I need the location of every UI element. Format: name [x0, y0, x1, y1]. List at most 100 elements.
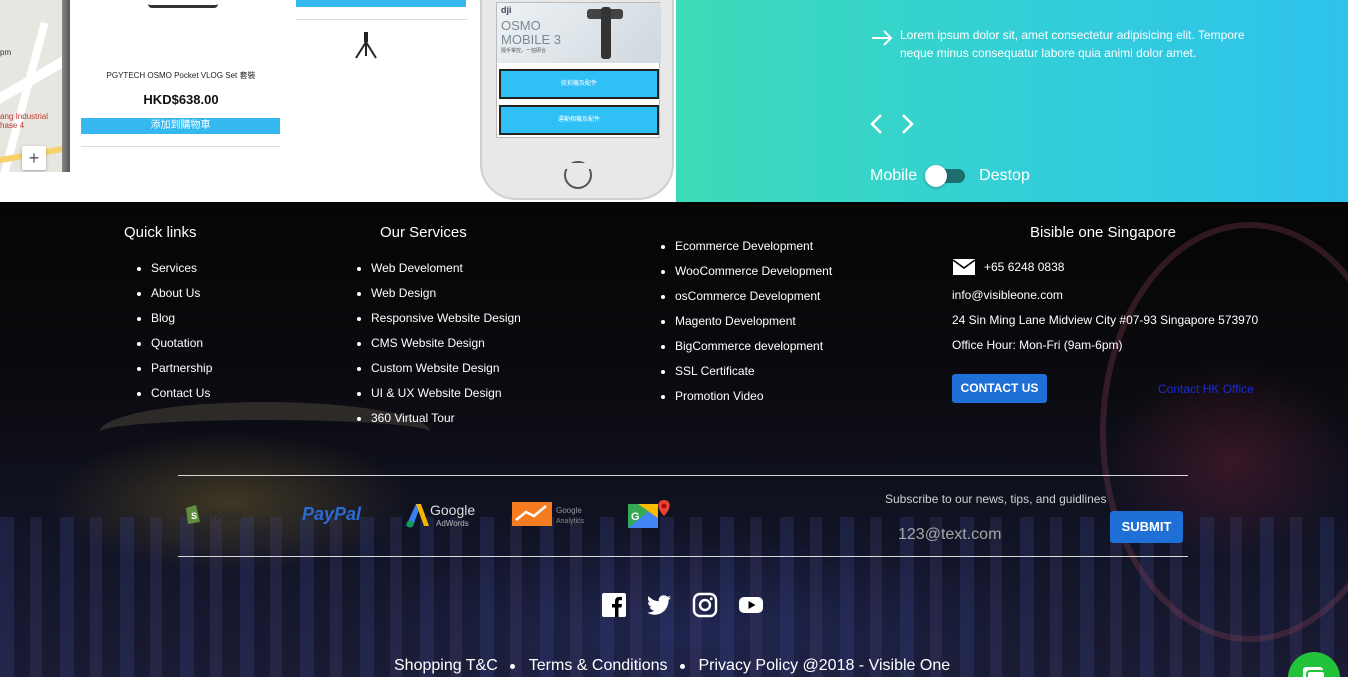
hero-title: OSMO MOBILE 3: [501, 19, 561, 47]
quick-link[interactable]: Partnership: [137, 356, 291, 381]
singapore-title: Bisible one Singapore: [1030, 224, 1176, 241]
showcase-description: Lorem ipsum dolor sit, amet consectetur …: [900, 28, 1245, 60]
toggle-label-desktop: Destop: [979, 167, 1030, 184]
add-to-cart-button[interactable]: [296, 0, 466, 7]
product-image: [148, 0, 218, 8]
map-zoom-in-button[interactable]: +: [22, 146, 46, 170]
service-link[interactable]: Promotion Video: [661, 384, 905, 409]
chevron-right-icon[interactable]: [896, 112, 918, 136]
svg-text:S: S: [191, 511, 197, 521]
svg-text:G: G: [631, 511, 640, 523]
service-link[interactable]: Magento Development: [661, 309, 905, 334]
showcase-section: pm ang Industrial hase 4 + PGYTECH OSMO …: [0, 0, 1348, 202]
phone-screen: dji OSMO MOBILE 3 隨手掌控，一拍即合 航拍機及配件 運動相機及…: [496, 2, 661, 138]
services-list-2: Ecommerce Development WooCommerce Develo…: [661, 234, 905, 409]
adwords-text: AdWords: [436, 519, 469, 528]
subscribe-label: Subscribe to our news, tips, and guidlin…: [885, 492, 1107, 506]
quick-link[interactable]: Services: [137, 256, 291, 281]
quick-link[interactable]: Blog: [137, 306, 291, 331]
phone-row: +65 6248 0838: [952, 258, 1064, 276]
showcase-info-panel: Lorem ipsum dolor sit, amet consectetur …: [676, 0, 1348, 202]
phone-home-gap: [556, 163, 600, 169]
toggle-knob[interactable]: [925, 165, 948, 187]
google-maps-logo: G: [628, 500, 670, 528]
tripod-icon: [355, 32, 377, 59]
facebook-icon[interactable]: [601, 592, 627, 618]
product-price: HKD$638.00: [143, 92, 219, 107]
bottom-links: Shopping T&C Terms & Conditions Privacy …: [394, 657, 950, 675]
product-card: [296, 0, 468, 70]
divider: [296, 19, 468, 20]
separator-dot: [509, 663, 515, 669]
email-address[interactable]: info@visibleone.com: [952, 288, 1063, 302]
google-analytics-logo: Google Analytics: [512, 502, 585, 526]
hero-subtitle: 隨手掌控，一拍即合: [501, 48, 547, 54]
google-adwords-logo: Google AdWords: [406, 502, 475, 528]
contact-hk-office-link[interactable]: Contact HK Office: [1158, 382, 1254, 396]
submit-button[interactable]: SUBMIT: [1110, 511, 1183, 543]
quick-links-list: Services About Us Blog Quotation Partner…: [137, 256, 291, 406]
service-link[interactable]: CMS Website Design: [357, 331, 601, 356]
map-edge: [62, 0, 70, 172]
privacy-policy-link[interactable]: Privacy Policy @2018 - Visible One: [699, 657, 951, 675]
map-preview[interactable]: pm ang Industrial hase 4 +: [0, 0, 68, 172]
add-to-cart-button[interactable]: 添加到購物車: [81, 118, 280, 134]
service-link[interactable]: SSL Certificate: [661, 359, 905, 384]
site-footer: Quick links Services About Us Blog Quota…: [0, 202, 1348, 677]
shopify-logo: S shopify: [186, 505, 242, 524]
quick-links-title: Quick links: [124, 224, 197, 241]
arrow-right-icon: [872, 30, 893, 46]
service-link[interactable]: BigCommerce development: [661, 334, 905, 359]
service-link[interactable]: Web Develoment: [357, 256, 601, 281]
view-mode-toggle[interactable]: [925, 165, 966, 187]
office-address: 24 Sin Ming Lane Midview City #07-93 Sin…: [952, 313, 1259, 327]
youtube-icon[interactable]: [738, 592, 764, 618]
quick-link[interactable]: Contact Us: [137, 381, 291, 406]
terms-conditions-link[interactable]: Terms & Conditions: [529, 657, 668, 675]
mail-icon: [952, 259, 976, 275]
hero-title-line: OSMO: [501, 18, 541, 33]
service-link[interactable]: Custom Website Design: [357, 356, 601, 381]
separator-dot: [679, 663, 685, 669]
adwords-google-text: Google: [430, 502, 475, 518]
analytics-google-text: Google: [556, 506, 582, 515]
services-title: Our Services: [380, 224, 467, 241]
product-name: PGYTECH OSMO Pocket VLOG Set 套裝: [106, 71, 256, 80]
service-link[interactable]: Web Design: [357, 281, 601, 306]
office-hours: Office Hour: Mon-Fri (9am-6pm): [952, 338, 1123, 352]
phone-category-button[interactable]: 航拍機及配件: [499, 69, 659, 99]
analytics-text: Analytics: [556, 518, 585, 525]
phone-hero-banner: dji OSMO MOBILE 3 隨手掌控，一拍即合: [497, 3, 661, 63]
map-time-text: pm: [0, 48, 12, 57]
service-link[interactable]: UI & UX Website Design: [357, 381, 601, 406]
instagram-icon[interactable]: [692, 592, 718, 618]
quick-link[interactable]: About Us: [137, 281, 291, 306]
view-toggle-row: Mobile Destop: [870, 164, 1030, 188]
shopping-terms-link[interactable]: Shopping T&C: [394, 657, 498, 675]
product-card: PGYTECH OSMO Pocket VLOG Set 套裝 HKD$638.…: [78, 0, 284, 160]
shopify-text: shopify: [204, 508, 242, 523]
phone-number[interactable]: +65 6248 0838: [984, 260, 1064, 274]
map-place-label: ang Industrial hase 4: [0, 112, 49, 130]
showcase-preview: pm ang Industrial hase 4 + PGYTECH OSMO …: [0, 0, 676, 202]
service-link[interactable]: Ecommerce Development: [661, 234, 905, 259]
phone-category-button[interactable]: 運動相機及配件: [499, 105, 659, 135]
service-link[interactable]: WooCommerce Development: [661, 259, 905, 284]
toggle-label-mobile: Mobile: [870, 167, 918, 184]
chat-button[interactable]: [1288, 652, 1340, 677]
divider: [178, 556, 1188, 557]
chat-icon: [1303, 667, 1326, 677]
twitter-icon[interactable]: [646, 592, 672, 618]
contact-us-button[interactable]: CONTACT US: [952, 374, 1047, 403]
dji-logo: dji: [501, 5, 512, 15]
service-link[interactable]: Responsive Website Design: [357, 306, 601, 331]
gimbal-image: [601, 7, 611, 59]
divider: [81, 146, 280, 147]
chevron-left-icon[interactable]: [866, 112, 888, 136]
divider: [178, 475, 1188, 476]
service-link[interactable]: osCommerce Development: [661, 284, 905, 309]
quick-link[interactable]: Quotation: [137, 331, 291, 356]
service-link[interactable]: 360 Virtual Tour: [357, 406, 601, 431]
subscribe-email-input[interactable]: [890, 520, 1104, 550]
phone-mockup: dji OSMO MOBILE 3 隨手掌控，一拍即合 航拍機及配件 運動相機及…: [480, 0, 674, 200]
